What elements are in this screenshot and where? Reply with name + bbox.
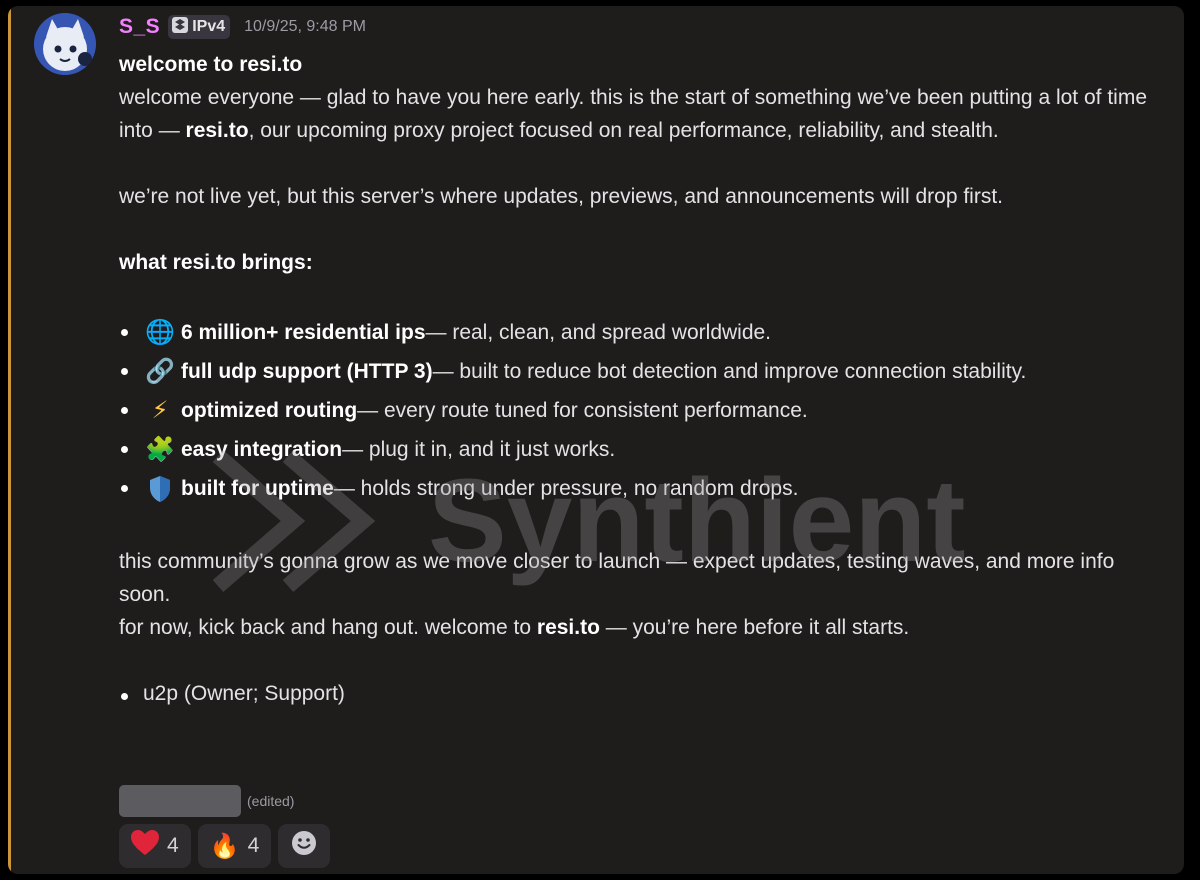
- add-reaction-icon: [291, 830, 317, 862]
- message-container: S_S IPv4 10/9/25, 9:48 PM welcome to res…: [8, 6, 1184, 874]
- lightning-icon: ⚡: [151, 397, 169, 424]
- feature-title: optimized routing: [181, 399, 358, 422]
- username[interactable]: S_S: [119, 15, 160, 39]
- feature-desc: — holds strong under pressure, no random…: [333, 477, 799, 500]
- add-reaction-button[interactable]: [278, 824, 331, 868]
- closing-text-2: — you’re here before it all starts.: [599, 616, 910, 639]
- closing-paragraph-1: this community’s gonna grow as we move c…: [119, 550, 1115, 606]
- reaction-fire[interactable]: 🔥 4: [197, 824, 272, 868]
- closing-paragraph-2: for now, kick back and hang out. welcome…: [119, 611, 1160, 644]
- message-title: welcome to resi.to: [119, 53, 303, 76]
- timestamp[interactable]: 10/9/25, 9:48 PM: [244, 18, 366, 36]
- reaction-heart[interactable]: 4: [119, 824, 191, 868]
- feature-title: 6 million+ residential ips: [181, 321, 426, 344]
- server-tag[interactable]: IPv4: [168, 15, 231, 39]
- server-tag-icon: [171, 16, 189, 39]
- globe-icon: 🌐: [145, 319, 175, 346]
- feature-desc: — every route tuned for consistent perfo…: [357, 399, 808, 422]
- edited-row: (edited): [119, 785, 294, 817]
- closing-bold: resi.to: [536, 616, 600, 639]
- link-icon: 🔗: [145, 358, 175, 385]
- message-content: welcome to resi.to welcome everyone — gl…: [119, 48, 1160, 710]
- heart-icon: [131, 830, 159, 862]
- reaction-count: 4: [167, 834, 179, 857]
- avatar[interactable]: [34, 13, 96, 75]
- signature-item: u2p (Owner; Support): [119, 677, 1160, 710]
- intro-bold: resi.to: [185, 119, 249, 142]
- feature-title: easy integration: [181, 438, 343, 461]
- redacted-block: [119, 785, 241, 817]
- fire-icon: 🔥: [209, 832, 240, 860]
- features-list: 🌐 6 million+ residential ips — real, cle…: [119, 313, 1160, 508]
- list-item: 🌐 6 million+ residential ips — real, cle…: [119, 313, 1160, 352]
- list-item: ⚡ optimized routing — every route tuned …: [119, 391, 1160, 430]
- closing-text-1: for now, kick back and hang out. welcome…: [119, 616, 537, 639]
- mention-accent-bar: [8, 6, 11, 874]
- message-header: S_S IPv4 10/9/25, 9:48 PM: [119, 6, 1160, 48]
- paragraph-2: we’re not live yet, but this server’s wh…: [119, 185, 1003, 208]
- features-heading: what resi.to brings:: [119, 251, 313, 274]
- message: S_S IPv4 10/9/25, 9:48 PM welcome to res…: [119, 6, 1160, 710]
- feature-title: built for uptime: [181, 477, 334, 500]
- list-item: built for uptime — holds strong under pr…: [119, 469, 1160, 508]
- list-item: 🧩 easy integration — plug it in, and it …: [119, 430, 1160, 469]
- reaction-count: 4: [247, 834, 260, 857]
- intro-text-2: , our upcoming proxy project focused on …: [248, 119, 999, 142]
- feature-desc: — plug it in, and it just works.: [342, 438, 616, 461]
- feature-title: full udp support (HTTP 3): [181, 360, 433, 383]
- signature-list: u2p (Owner; Support): [119, 677, 1160, 710]
- server-tag-label: IPv4: [192, 18, 226, 35]
- feature-desc: — built to reduce bot detection and impr…: [432, 360, 1027, 383]
- feature-desc: — real, clean, and spread worldwide.: [425, 321, 772, 344]
- puzzle-icon: 🧩: [145, 436, 175, 463]
- edited-label: (edited): [247, 793, 295, 809]
- shield-icon: [143, 474, 177, 504]
- list-item: 🔗 full udp support (HTTP 3) — built to r…: [119, 352, 1160, 391]
- reactions-bar: 4 🔥 4: [119, 824, 331, 868]
- intro-paragraph: welcome everyone — glad to have you here…: [119, 81, 1160, 147]
